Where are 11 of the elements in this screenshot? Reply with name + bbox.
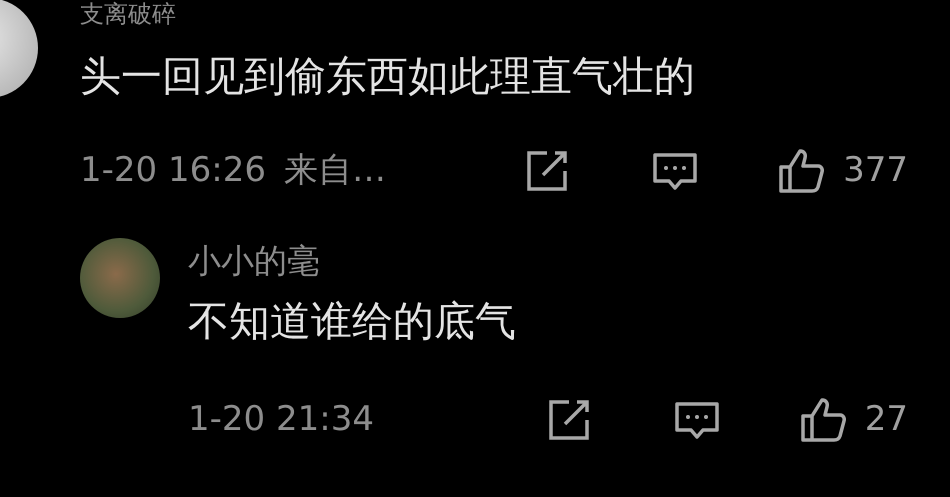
comment-text: 头一回见到偷东西如此理直气壮的 — [80, 56, 696, 97]
comment-time: 1-20 16:26 — [80, 149, 266, 192]
like-count: 27 — [864, 398, 908, 441]
comment-text: 不知道谁给的底气 — [188, 301, 517, 342]
thumbs-up-icon[interactable] — [777, 146, 826, 194]
username: 支离破碎 — [80, 2, 177, 26]
username: 小小的毫 — [188, 244, 321, 277]
comment-source: 来自… — [284, 149, 386, 192]
comment-time: 1-20 21:34 — [188, 398, 374, 441]
like-count: 377 — [843, 149, 908, 192]
thumbs-up-icon[interactable] — [798, 396, 847, 444]
